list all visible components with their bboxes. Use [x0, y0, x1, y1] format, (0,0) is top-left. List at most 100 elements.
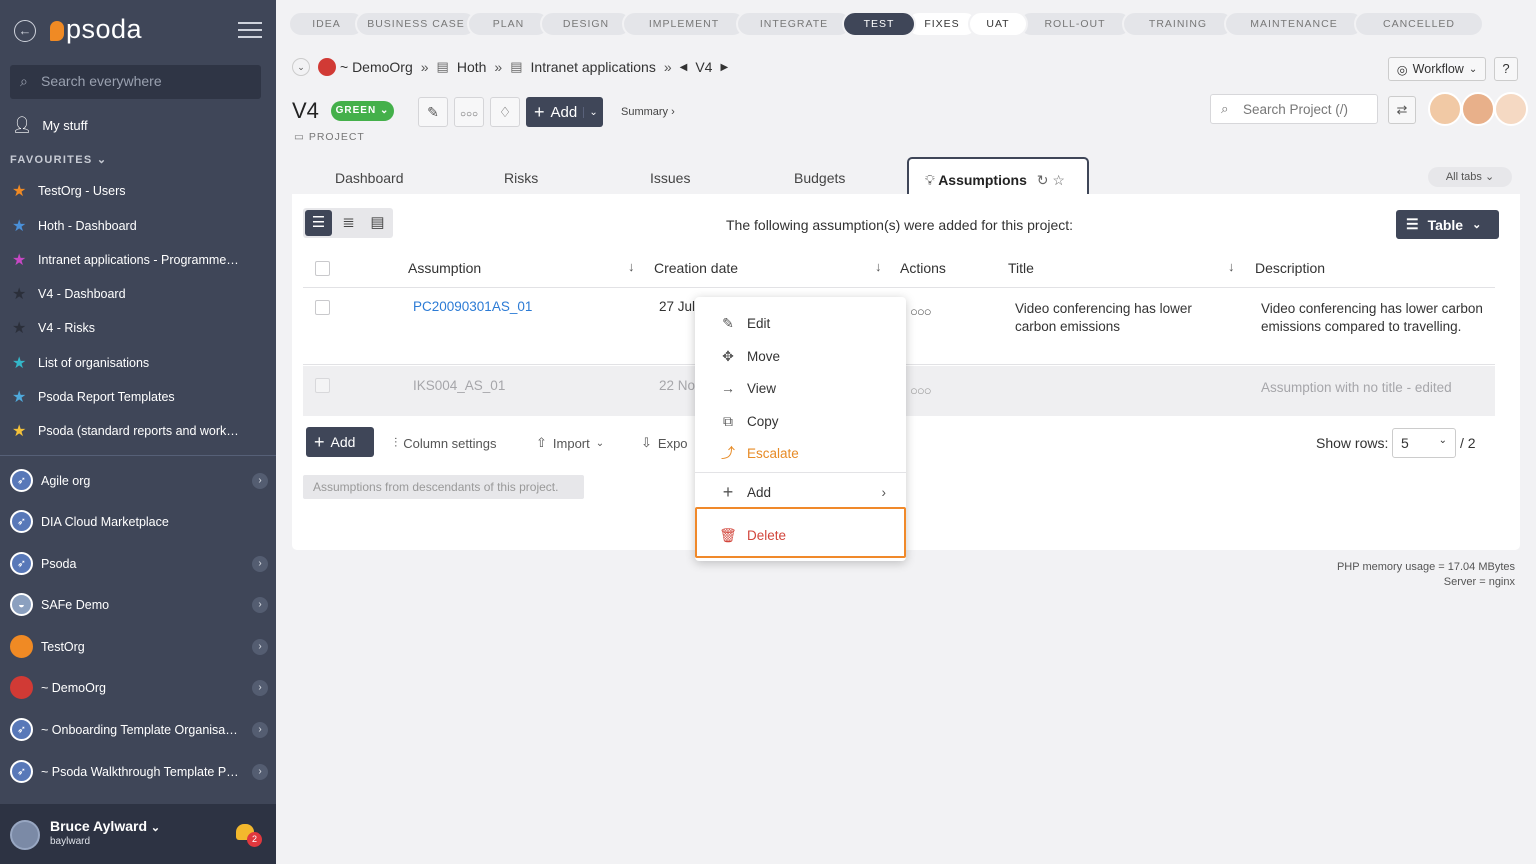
phase-test[interactable]: TEST: [842, 11, 916, 37]
my-stuff-link[interactable]: 👤︎ My stuff: [12, 115, 88, 135]
assumption-id-link[interactable]: PC20090301AS_01: [413, 298, 532, 316]
share-button[interactable]: ⇄: [1388, 96, 1416, 124]
assumption-id-link[interactable]: IKS004_AS_01: [413, 377, 505, 395]
row-checkbox[interactable]: [315, 378, 330, 393]
sort-arrow-icon[interactable]: ↓: [875, 259, 882, 274]
add-button[interactable]: + Add ⌄: [526, 97, 603, 127]
tab-issues[interactable]: Issues: [650, 157, 690, 195]
phase-cancelled[interactable]: CANCELLED: [1354, 11, 1484, 37]
help-button[interactable]: ?: [1494, 57, 1518, 81]
favourite-item[interactable]: ★ Psoda (standard reports and work…: [12, 421, 262, 441]
more-options-button[interactable]: ○○○: [454, 97, 484, 127]
search-project-input[interactable]: ⌕ Search Project (/): [1210, 94, 1378, 124]
phase-maintenance[interactable]: MAINTENANCE: [1224, 11, 1364, 37]
menu-item-escalate[interactable]: ⤴ Escalate: [695, 438, 906, 468]
notification-bell-icon[interactable]: 2: [236, 822, 262, 847]
phase-uat[interactable]: UAT: [968, 11, 1028, 37]
column-settings-button[interactable]: ⫶ Column settings: [394, 435, 496, 451]
phase-training[interactable]: TRAINING: [1122, 11, 1234, 37]
back-button[interactable]: ←: [14, 20, 36, 42]
collapse-menu-icon[interactable]: [238, 22, 262, 38]
org-item[interactable]: TestOrg ›: [10, 635, 268, 658]
search-everywhere-input[interactable]: ⌕ Search everywhere: [10, 65, 261, 99]
menu-item-add[interactable]: + Add ›: [695, 477, 906, 507]
add-assumption-button[interactable]: + Add: [306, 427, 374, 457]
select-all-checkbox[interactable]: [315, 261, 330, 276]
favourite-item[interactable]: ★ V4 - Dashboard: [12, 284, 262, 304]
sort-arrow-icon[interactable]: ↓: [628, 259, 635, 274]
import-button[interactable]: ⇧ Import ⌄: [536, 435, 604, 451]
edit-button[interactable]: ✎: [418, 97, 448, 127]
phase-plan[interactable]: PLAN: [467, 11, 550, 37]
row-checkbox[interactable]: [315, 300, 330, 315]
row-actions-icon[interactable]: ○○○: [910, 383, 932, 398]
column-header-assumption[interactable]: Assumption: [408, 260, 481, 276]
breadcrumb-org[interactable]: ~ DemoOrg: [340, 59, 413, 75]
chevron-right-icon[interactable]: ›: [252, 721, 268, 738]
favourite-item[interactable]: ★ List of organisations: [12, 353, 262, 373]
all-tabs-button[interactable]: All tabs ⌄: [1428, 167, 1512, 187]
chevron-right-icon[interactable]: ›: [252, 472, 268, 489]
phase-implement[interactable]: IMPLEMENT: [622, 11, 746, 37]
menu-item-copy[interactable]: ⧉ Copy: [695, 406, 906, 436]
menu-item-edit[interactable]: ✎ Edit: [695, 308, 906, 338]
chevron-down-icon[interactable]: ⌄: [292, 58, 310, 76]
favourite-item[interactable]: ★ TestOrg - Users: [12, 181, 262, 201]
avatar[interactable]: [1494, 92, 1528, 126]
chevron-right-icon[interactable]: ›: [252, 555, 268, 572]
org-item[interactable]: ~ DemoOrg ›: [10, 676, 268, 699]
phase-business-case[interactable]: BUSINESS CASE: [355, 11, 477, 37]
density-normal-icon[interactable]: ☰: [305, 210, 332, 236]
column-header-description[interactable]: Description: [1255, 260, 1325, 276]
favourite-item[interactable]: ★ Intranet applications - Programme…: [12, 250, 262, 270]
rows-per-page-select[interactable]: 5 ⌄: [1392, 428, 1456, 458]
menu-item-move[interactable]: ✥ Move: [695, 341, 906, 371]
breadcrumb-programme[interactable]: Hoth: [457, 59, 487, 75]
tab-budgets[interactable]: Budgets: [794, 157, 845, 195]
chevron-right-icon[interactable]: ›: [252, 679, 268, 696]
export-button[interactable]: ⇩ Expo: [641, 435, 688, 451]
column-header-title[interactable]: Title: [1008, 260, 1034, 276]
avatar[interactable]: [1461, 92, 1495, 126]
chevron-right-icon[interactable]: ›: [252, 763, 268, 780]
tag-button[interactable]: ♢: [490, 97, 520, 127]
chevron-right-icon[interactable]: ›: [252, 596, 268, 613]
org-item[interactable]: ➶ Agile org ›: [10, 469, 268, 492]
refresh-icon[interactable]: ↻: [1037, 172, 1049, 188]
favourites-heading[interactable]: FAVOURITES ⌄: [10, 153, 107, 166]
psoda-logo[interactable]: psoda: [50, 14, 142, 45]
user-name[interactable]: Bruce Aylward ⌄: [50, 818, 160, 834]
row-actions-icon[interactable]: ○○○: [910, 304, 932, 319]
breadcrumb-project-group[interactable]: Intranet applications: [531, 59, 656, 75]
next-icon[interactable]: ▶: [720, 62, 728, 73]
phase-roll-out[interactable]: ROLL-OUT: [1018, 11, 1132, 37]
previous-icon[interactable]: ◀: [680, 62, 688, 73]
menu-item-view[interactable]: → View: [695, 373, 906, 403]
favourite-item[interactable]: ★ Hoth - Dashboard: [12, 216, 262, 236]
org-item[interactable]: ➶ ~ Psoda Walkthrough Template P… ›: [10, 760, 268, 783]
star-outline-icon[interactable]: ☆: [1052, 172, 1065, 188]
favourite-item[interactable]: ★ V4 - Risks: [12, 318, 262, 338]
density-dense-icon[interactable]: ▤: [364, 210, 391, 236]
org-item[interactable]: ➶ ~ Onboarding Template Organisa… ›: [10, 718, 268, 741]
tab-dashboard[interactable]: Dashboard: [335, 157, 404, 195]
avatar[interactable]: [1428, 92, 1462, 126]
phase-idea[interactable]: IDEA: [288, 11, 365, 37]
org-item[interactable]: ➶ Psoda ›: [10, 552, 268, 575]
favourite-item[interactable]: ★ Psoda Report Templates: [12, 387, 262, 407]
view-selector-button[interactable]: ☰ Table ⌄: [1396, 210, 1499, 239]
user-bar[interactable]: Bruce Aylward ⌄ baylward 2: [0, 804, 276, 864]
tab-assumptions[interactable]: 💡︎ Assumptions ↻ ☆: [907, 157, 1089, 195]
org-item[interactable]: ➶ DIA Cloud Marketplace: [10, 510, 268, 533]
column-header-creation-date[interactable]: Creation date: [654, 260, 738, 276]
chevron-right-icon[interactable]: ›: [252, 638, 268, 655]
tab-risks[interactable]: Risks: [504, 157, 538, 195]
sort-arrow-icon[interactable]: ↓: [1228, 259, 1235, 274]
summary-link[interactable]: Summary ›: [621, 106, 675, 118]
workflow-button[interactable]: ◎ Workflow ⌄: [1388, 57, 1486, 81]
chevron-down-icon[interactable]: ⌄: [583, 106, 603, 118]
phase-integrate[interactable]: INTEGRATE: [736, 11, 852, 37]
avatar[interactable]: [10, 820, 40, 850]
org-item[interactable]: ◒ SAFe Demo ›: [10, 593, 268, 616]
status-badge[interactable]: GREEN ⌄: [331, 101, 394, 121]
